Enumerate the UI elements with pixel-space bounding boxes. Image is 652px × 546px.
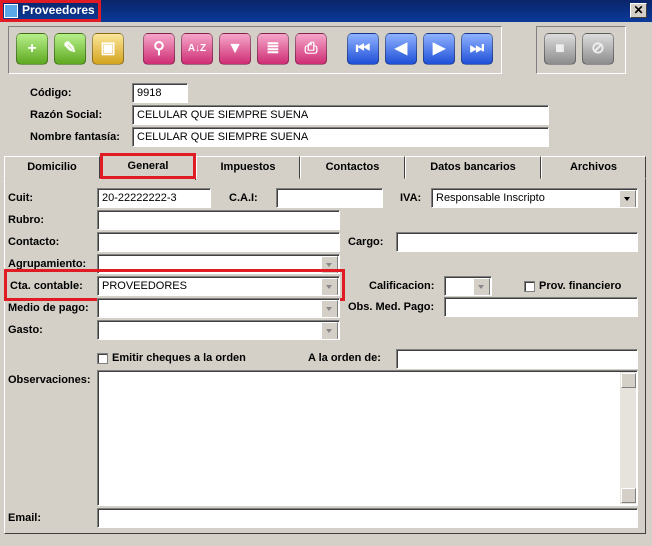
cancel-button[interactable]: ⊘: [582, 33, 614, 65]
medio-pago-select[interactable]: [97, 298, 340, 318]
prov-financiero-label: Prov. financiero: [539, 280, 622, 292]
obs-med-pago-label: Obs. Med. Pago:: [348, 301, 435, 313]
rubro-label: Rubro:: [8, 214, 45, 226]
iva-select[interactable]: Responsable Inscripto: [431, 188, 638, 208]
emitir-cheques-checkbox[interactable]: [97, 353, 108, 364]
calificacion-select[interactable]: [444, 276, 492, 296]
tab-contactos[interactable]: Contactos: [300, 156, 405, 179]
add-button[interactable]: +: [16, 33, 48, 65]
cai-label: C.A.I:: [229, 192, 258, 204]
highlight-cta-contable: [4, 269, 345, 301]
nombre-fantasia-label: Nombre fantasía:: [30, 131, 120, 143]
razon-social-field[interactable]: CELULAR QUE SIEMPRE SUENA: [132, 105, 549, 125]
a-la-orden-field[interactable]: [396, 349, 638, 369]
nombre-fantasia-field[interactable]: CELULAR QUE SIEMPRE SUENA: [132, 127, 549, 147]
contacto-label: Contacto:: [8, 236, 60, 248]
cuit-label: Cuit:: [8, 192, 34, 204]
iva-label: IVA:: [400, 192, 422, 204]
print-button[interactable]: ⎙: [295, 33, 327, 65]
scroll-up-icon[interactable]: [621, 373, 636, 388]
observaciones-scrollbar[interactable]: [620, 372, 636, 504]
tab-datos-bancarios[interactable]: Datos bancarios: [405, 156, 541, 179]
highlight-title: [0, 0, 101, 22]
calificacion-label: Calificacion:: [369, 280, 435, 292]
save-button[interactable]: ■: [544, 33, 576, 65]
cuit-field[interactable]: 20-22222222-3: [97, 188, 211, 208]
highlight-general-tab: [100, 153, 196, 179]
a-la-orden-label: A la orden de:: [308, 352, 381, 364]
copy-button[interactable]: ▣: [92, 33, 124, 65]
close-button[interactable]: ✕: [630, 3, 647, 18]
iva-value: Responsable Inscripto: [436, 192, 545, 204]
observaciones-label: Observaciones:: [8, 374, 91, 386]
observaciones-textarea[interactable]: [97, 370, 638, 506]
filter-button[interactable]: ▼: [219, 33, 251, 65]
contacto-field[interactable]: [97, 232, 340, 252]
rubro-field[interactable]: [97, 210, 340, 230]
tab-impuestos[interactable]: Impuestos: [196, 156, 300, 179]
cai-field[interactable]: [276, 188, 383, 208]
chevron-down-icon[interactable]: [321, 300, 338, 317]
chevron-down-icon[interactable]: [619, 190, 636, 207]
emitir-cheques-label: Emitir cheques a la orden: [112, 352, 246, 364]
next-record-button[interactable]: ▶: [423, 33, 455, 65]
tab-archivos[interactable]: Archivos: [541, 156, 646, 179]
last-record-button[interactable]: ⏭: [461, 33, 493, 65]
cargo-label: Cargo:: [348, 236, 384, 248]
search-button[interactable]: ⚲: [143, 33, 175, 65]
first-record-button[interactable]: ⏮: [347, 33, 379, 65]
razon-social-label: Razón Social:: [30, 109, 103, 121]
medio-pago-label: Medio de pago:: [8, 302, 89, 314]
codigo-label: Código:: [30, 87, 72, 99]
scroll-down-icon[interactable]: [621, 488, 636, 503]
chevron-down-icon[interactable]: [473, 278, 490, 295]
email-field[interactable]: [97, 508, 638, 528]
edit-button[interactable]: ✎: [54, 33, 86, 65]
gasto-select[interactable]: [97, 320, 340, 340]
tab-domicilio[interactable]: Domicilio: [4, 156, 100, 179]
cargo-field[interactable]: [396, 232, 638, 252]
report-button[interactable]: ≣: [257, 33, 289, 65]
prev-record-button[interactable]: ◀: [385, 33, 417, 65]
sort-button[interactable]: A↓Z: [181, 33, 213, 65]
email-label: Email:: [8, 512, 42, 524]
obs-med-pago-field[interactable]: [444, 297, 638, 317]
codigo-field[interactable]: 9918: [132, 83, 188, 103]
prov-financiero-checkbox[interactable]: [524, 281, 535, 292]
chevron-down-icon[interactable]: [321, 322, 338, 339]
gasto-label: Gasto:: [8, 324, 43, 336]
